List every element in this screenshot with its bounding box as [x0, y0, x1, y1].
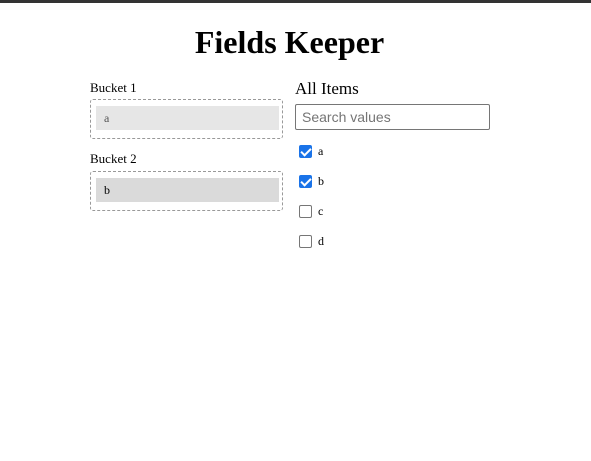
bucket-2-chip[interactable]: b: [96, 178, 279, 202]
bucket-1-dropzone[interactable]: a: [90, 99, 283, 139]
item-checkbox[interactable]: [299, 204, 312, 218]
list-item[interactable]: c: [299, 203, 323, 219]
page-title: Fields Keeper: [194, 24, 385, 60]
bucket-1-label: Bucket 1: [90, 80, 137, 95]
bucket-2-label: Bucket 2: [90, 151, 137, 166]
item-label: d: [318, 234, 324, 248]
item-label: c: [318, 204, 324, 218]
bucket-2-dropzone[interactable]: b: [90, 171, 283, 211]
item-checkbox[interactable]: [299, 174, 312, 188]
item-checkbox[interactable]: [299, 144, 312, 158]
all-items-title: All Items: [295, 79, 359, 98]
list-item[interactable]: d: [299, 233, 324, 249]
list-item[interactable]: b: [299, 173, 324, 189]
bucket-1-chip[interactable]: a: [96, 106, 279, 130]
item-label: a: [318, 144, 324, 158]
list-item[interactable]: a: [299, 143, 323, 159]
search-input[interactable]: [295, 104, 490, 130]
top-border: [0, 0, 591, 3]
item-checkbox[interactable]: [299, 234, 312, 248]
item-label: b: [318, 174, 324, 188]
